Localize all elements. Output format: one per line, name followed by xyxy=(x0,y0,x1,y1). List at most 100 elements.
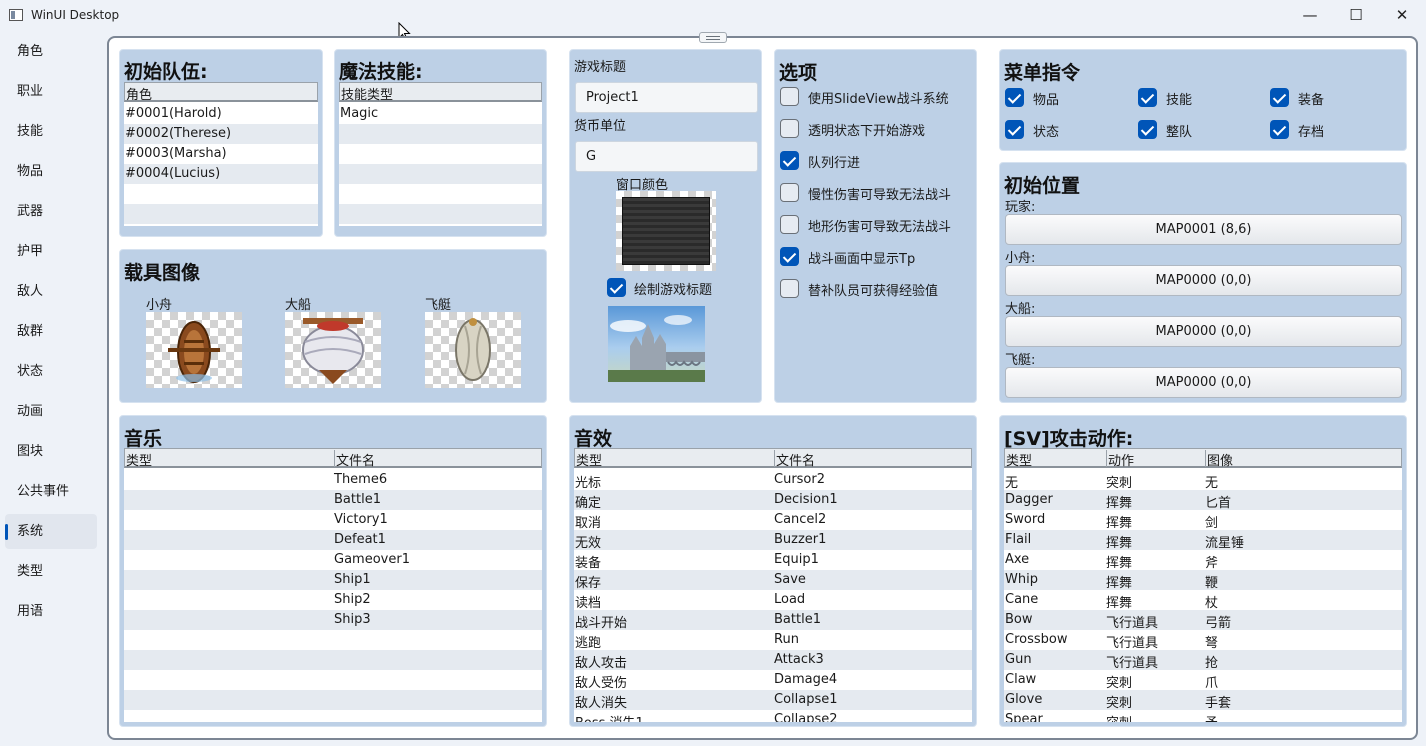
sidebar-item[interactable]: 用语 xyxy=(5,594,97,629)
sidebar-item[interactable]: 系统 xyxy=(5,514,97,549)
table-row[interactable]: Flail 挥舞 流星锤 xyxy=(1004,530,1402,551)
table-row[interactable] xyxy=(124,184,318,204)
table-row[interactable]: Boss 消失1 Collapse2 xyxy=(574,710,972,722)
ship-position-button[interactable]: MAP0000 (0,0) xyxy=(1005,316,1402,347)
table-row[interactable] xyxy=(339,184,542,204)
boat-image[interactable] xyxy=(146,312,242,388)
magic-grid[interactable]: 技能类型 Magic xyxy=(339,82,542,226)
sidebar-item[interactable]: 敌人 xyxy=(5,274,97,309)
table-row[interactable]: Battle1 xyxy=(124,490,542,510)
option-checkbox[interactable] xyxy=(780,183,799,202)
maximize-button[interactable]: ☐ xyxy=(1333,0,1379,32)
sidebar-item[interactable]: 动画 xyxy=(5,394,97,429)
table-row[interactable]: Sword 挥舞 剑 xyxy=(1004,510,1402,531)
table-row[interactable]: Ship2 xyxy=(124,590,542,610)
game-title-input[interactable]: Project1 xyxy=(575,82,758,113)
menu-command-checkbox[interactable] xyxy=(1270,88,1289,107)
option-checkbox[interactable] xyxy=(780,215,799,234)
column-header[interactable]: 图像 xyxy=(1205,450,1233,469)
sidebar-item[interactable]: 物品 xyxy=(5,154,97,189)
table-row[interactable] xyxy=(339,204,542,224)
sidebar-item[interactable]: 图块 xyxy=(5,434,97,469)
table-row[interactable]: Cane 挥舞 杖 xyxy=(1004,590,1402,611)
table-row[interactable]: Axe 挥舞 斧 xyxy=(1004,550,1402,571)
table-row[interactable] xyxy=(124,670,542,690)
table-row[interactable]: Glove 突刺 手套 xyxy=(1004,690,1402,711)
table-row[interactable]: 敌人攻击 Attack3 xyxy=(574,650,972,671)
table-row[interactable] xyxy=(124,710,542,722)
table-row[interactable]: Whip 挥舞 鞭 xyxy=(1004,570,1402,591)
party-grid[interactable]: 角色 #0001(Harold) #0002(Therese) #0003(Marsh… xyxy=(124,82,318,226)
table-row[interactable] xyxy=(124,204,318,224)
player-position-button[interactable]: MAP0001 (8,6) xyxy=(1005,214,1402,245)
table-row[interactable]: Ship3 xyxy=(124,610,542,630)
column-header[interactable]: 技能类型 xyxy=(340,84,393,103)
table-row[interactable]: 装备 Equip1 xyxy=(574,550,972,571)
table-row[interactable]: 无效 Buzzer1 xyxy=(574,530,972,551)
menu-command-checkbox[interactable] xyxy=(1005,120,1024,139)
table-row[interactable]: Magic xyxy=(339,104,542,124)
column-header[interactable]: 类型 xyxy=(125,450,152,469)
window-color-swatch[interactable] xyxy=(616,191,716,271)
table-row[interactable]: 战斗开始 Battle1 xyxy=(574,610,972,631)
draw-title-checkbox[interactable] xyxy=(607,278,626,297)
table-row[interactable]: 取消 Cancel2 xyxy=(574,510,972,531)
table-row[interactable]: #0004(Lucius) xyxy=(124,164,318,184)
table-row[interactable] xyxy=(339,124,542,144)
splitter-grip[interactable] xyxy=(699,32,727,43)
option-checkbox[interactable] xyxy=(780,279,799,298)
sfx-grid[interactable]: 类型 文件名 光标 Cursor2 确定 Decision1 取消 Cancel2 无效 Buzz… xyxy=(574,448,972,722)
table-row[interactable]: Bow 飞行道具 弓箭 xyxy=(1004,610,1402,631)
table-row[interactable]: Defeat1 xyxy=(124,530,542,550)
airship-position-button[interactable]: MAP0000 (0,0) xyxy=(1005,367,1402,398)
table-row[interactable]: 敌人消失 Collapse1 xyxy=(574,690,972,711)
column-header[interactable]: 角色 xyxy=(125,84,152,103)
close-button[interactable]: ✕ xyxy=(1379,0,1425,32)
sidebar-item[interactable]: 状态 xyxy=(5,354,97,389)
table-row[interactable] xyxy=(339,164,542,184)
sidebar-item[interactable]: 角色 xyxy=(5,34,97,69)
boat-position-button[interactable]: MAP0000 (0,0) xyxy=(1005,265,1402,296)
option-checkbox[interactable] xyxy=(780,119,799,138)
table-row[interactable]: #0002(Therese) xyxy=(124,124,318,144)
table-row[interactable]: Claw 突刺 爪 xyxy=(1004,670,1402,691)
sidebar-item[interactable]: 技能 xyxy=(5,114,97,149)
ship-image[interactable] xyxy=(285,312,381,388)
table-row[interactable]: 光标 Cursor2 xyxy=(574,470,972,491)
menu-command-checkbox[interactable] xyxy=(1270,120,1289,139)
column-header[interactable]: 动作 xyxy=(1106,450,1134,469)
sidebar-item[interactable]: 职业 xyxy=(5,74,97,109)
menu-command-checkbox[interactable] xyxy=(1138,120,1157,139)
table-row[interactable]: 读档 Load xyxy=(574,590,972,611)
attack-motion-grid[interactable]: 类型 动作 图像无突刺无 Dagger 挥舞 匕首 Sword 挥舞剑 Flail 挥舞 流星锤 Ax… xyxy=(1004,448,1402,722)
minimize-button[interactable]: — xyxy=(1287,0,1333,32)
table-row[interactable]: 确定 Decision1 xyxy=(574,490,972,511)
title-screen-image[interactable] xyxy=(608,306,705,382)
menu-command-checkbox[interactable] xyxy=(1005,88,1024,107)
option-checkbox[interactable] xyxy=(780,247,799,266)
table-row[interactable] xyxy=(339,144,542,164)
table-row[interactable]: #0001(Harold) xyxy=(124,104,318,124)
table-row[interactable]: 无 突刺 无 xyxy=(1004,470,1402,491)
table-row[interactable]: Victory1 xyxy=(124,510,542,530)
table-row[interactable]: 敌人受伤 Damage4 xyxy=(574,670,972,691)
column-header[interactable]: 文件名 xyxy=(334,450,375,469)
option-checkbox[interactable] xyxy=(780,151,799,170)
table-row[interactable]: Spear 突刺 矛 xyxy=(1004,710,1402,722)
airship-image[interactable] xyxy=(425,312,521,388)
table-row[interactable]: #0003(Marsha) xyxy=(124,144,318,164)
currency-input[interactable]: G xyxy=(575,141,758,172)
music-grid[interactable]: 类型 文件名 Theme6 Battle1 Victory1 Defeat1 Gameove… xyxy=(124,448,542,722)
menu-command-checkbox[interactable] xyxy=(1138,88,1157,107)
sidebar-item[interactable]: 武器 xyxy=(5,194,97,229)
sidebar-item[interactable]: 类型 xyxy=(5,554,97,589)
table-row[interactable] xyxy=(124,650,542,670)
column-header[interactable]: 类型 xyxy=(575,450,602,469)
table-row[interactable]: Crossbow 飞行道具 弩 xyxy=(1004,630,1402,651)
table-row[interactable]: Gun 飞行道具 抢 xyxy=(1004,650,1402,671)
table-row[interactable]: Gameover1 xyxy=(124,550,542,570)
sidebar-item[interactable]: 敌群 xyxy=(5,314,97,349)
table-row[interactable]: Ship1 xyxy=(124,570,542,590)
sidebar-item[interactable]: 护甲 xyxy=(5,234,97,269)
option-checkbox[interactable] xyxy=(780,87,799,106)
